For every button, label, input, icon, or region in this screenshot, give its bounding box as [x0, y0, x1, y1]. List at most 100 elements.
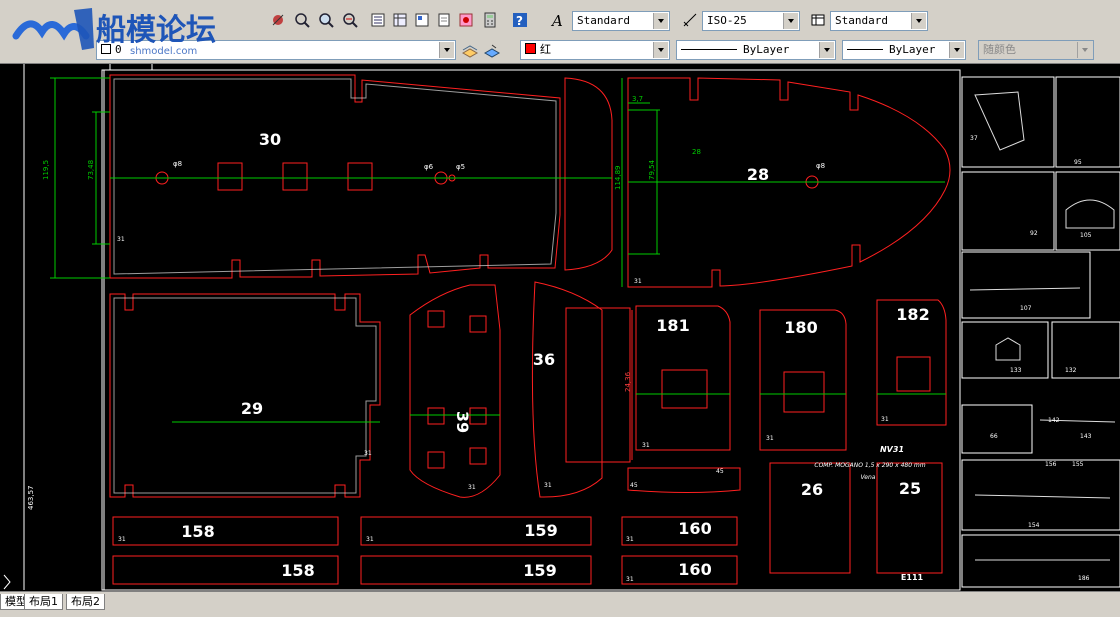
part-30-slot	[282, 162, 308, 191]
chevron-down-icon[interactable]	[949, 42, 964, 58]
part-30-inner-outline	[113, 78, 557, 275]
dim-style-select[interactable]: ISO-25	[702, 11, 800, 31]
zoom-previous-icon[interactable]	[340, 10, 358, 28]
zoom-realtime-icon[interactable]	[292, 10, 310, 28]
detail-number: 107	[1020, 305, 1032, 312]
plotstyle-select: 随颜色	[978, 40, 1094, 60]
detail-number: 143	[1080, 433, 1092, 440]
part-39-slot	[469, 447, 487, 465]
plate-title: NV31	[880, 445, 904, 454]
part-30-slot	[347, 162, 373, 191]
watermark-url: shmodel.com	[130, 46, 197, 57]
chevron-down-icon[interactable]	[439, 42, 454, 58]
sheet-border	[101, 69, 961, 591]
piece-mark: 31	[766, 435, 774, 442]
markup-icon[interactable]	[456, 10, 474, 28]
linetype-preview	[681, 49, 737, 50]
part-label: 180	[784, 318, 817, 337]
part-36-outline	[531, 281, 603, 498]
tab-layout2[interactable]: 布局2	[66, 594, 105, 610]
part-label: 30	[259, 130, 281, 149]
hole-label: φ8	[816, 162, 825, 170]
chevron-down-icon[interactable]	[653, 42, 668, 58]
detail-number: 156	[1045, 461, 1057, 468]
tool-palettes-icon[interactable]	[412, 10, 430, 28]
part-label: 29	[241, 399, 263, 418]
zoom-window-icon[interactable]	[316, 10, 334, 28]
help-icon[interactable]: ?	[510, 10, 528, 28]
hole-label: φ8	[173, 160, 182, 168]
piece-mark: 31	[634, 278, 642, 285]
part-label: 28	[747, 165, 769, 184]
dimension-text: 79,54	[648, 159, 656, 180]
plate-note-vena: Vena	[861, 474, 876, 481]
title-tab	[109, 64, 153, 71]
lineweight-select[interactable]: ByLayer	[842, 40, 966, 60]
part-30-outline	[109, 74, 561, 279]
linetype-select[interactable]: ByLayer	[676, 40, 836, 60]
piece-mark: 31	[468, 484, 476, 491]
piece-mark: 45	[630, 482, 638, 489]
dimension-text: 24,36	[624, 371, 632, 392]
text-style-select[interactable]: Standard	[572, 11, 670, 31]
color-value: 红	[540, 43, 551, 56]
dimension-text: 119,5	[42, 160, 50, 180]
piece-mark: 31	[364, 450, 372, 457]
sheet-set-icon[interactable]	[434, 10, 452, 28]
part-label: 158	[181, 522, 214, 541]
part-181-window	[661, 369, 708, 409]
part-39-slot	[427, 451, 445, 469]
part-label: 159	[524, 521, 557, 540]
lineweight-preview	[847, 49, 883, 50]
ucs-icon	[3, 574, 11, 590]
part-39-slot	[427, 310, 445, 328]
table-style-icon[interactable]	[808, 10, 826, 28]
part-158-strip	[112, 516, 339, 546]
dim-style-icon[interactable]	[680, 10, 698, 28]
detail-number: 133	[1010, 367, 1022, 374]
part-29-outline	[109, 293, 381, 498]
detail-number: 154	[1028, 522, 1040, 529]
drawing-canvas[interactable]: 30 28 29 39 36 181 180 182 26 25 158 158…	[0, 64, 1120, 591]
svg-text:A: A	[550, 12, 563, 28]
part-29-inner-outline	[113, 297, 377, 494]
chevron-down-icon[interactable]	[783, 13, 798, 29]
pan-icon[interactable]	[268, 10, 286, 28]
properties-icon[interactable]	[368, 10, 386, 28]
piece-mark: 31	[642, 442, 650, 449]
piece-mark: 31	[626, 536, 634, 543]
make-layer-current-icon[interactable]	[460, 41, 478, 59]
part-36-inner-plate	[565, 307, 631, 463]
forum-watermark: 船模论坛 shmodel.com	[12, 6, 242, 58]
calculator-icon[interactable]	[480, 10, 498, 28]
linetype-value: ByLayer	[743, 43, 790, 56]
side-dimension: 463,57	[27, 486, 35, 511]
part-label: 160	[678, 519, 711, 538]
text-style-icon[interactable]: A	[548, 10, 566, 28]
chevron-down-icon[interactable]	[911, 13, 926, 29]
detail-number: 155	[1072, 461, 1084, 468]
part-label: 39	[453, 411, 472, 433]
piece-mark: 31	[117, 236, 125, 243]
dimension-text: 3,7	[632, 95, 643, 103]
color-select[interactable]: 红	[520, 40, 670, 60]
layer-previous-icon[interactable]	[482, 41, 500, 59]
part-label: 182	[896, 305, 929, 324]
chevron-down-icon[interactable]	[653, 13, 668, 29]
part-label: 26	[801, 480, 823, 499]
part-label: 25	[899, 479, 921, 498]
hole-label: φ6	[424, 163, 434, 171]
piece-mark: 31	[881, 416, 889, 423]
detail-number: 66	[990, 433, 998, 440]
tab-layout2-label: 布局2	[71, 595, 100, 608]
part-label: 181	[656, 316, 689, 335]
part-39-slot	[427, 407, 445, 425]
piece-mark: 31	[366, 536, 374, 543]
tab-layout1[interactable]: 布局1	[24, 594, 63, 610]
chevron-down-icon[interactable]	[819, 42, 834, 58]
design-center-icon[interactable]	[390, 10, 408, 28]
stamp-label: E111	[901, 573, 924, 582]
keel-strip-outline	[564, 77, 613, 271]
table-style-select[interactable]: Standard	[830, 11, 928, 31]
plate-note: COMP. MOGANO 1,5 x 290 x 480 mm	[814, 462, 925, 469]
